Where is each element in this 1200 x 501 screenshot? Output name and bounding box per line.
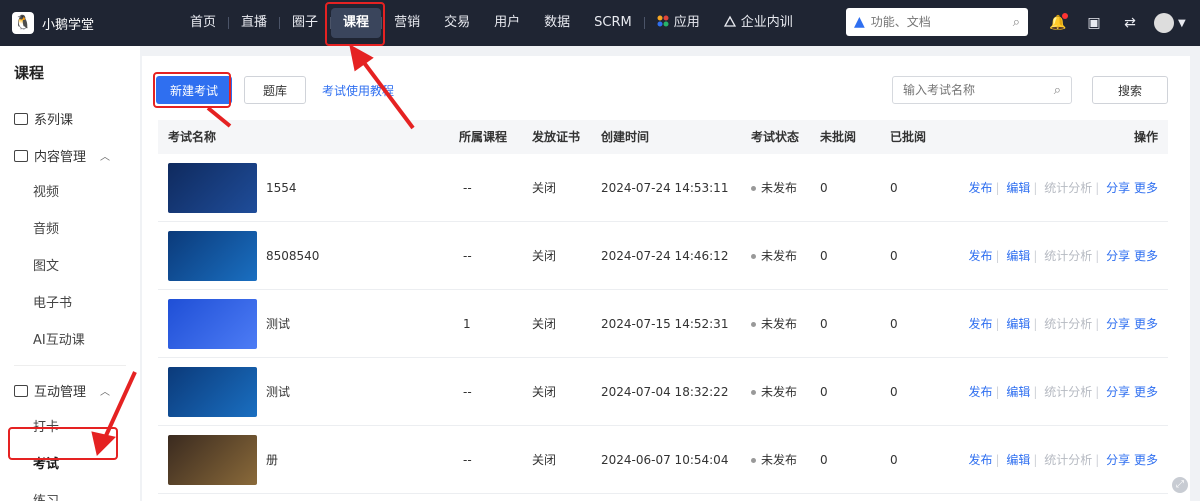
arrow-to-courses	[360, 58, 415, 130]
arrow-to-new-exam	[206, 106, 232, 128]
arrow-head	[91, 431, 116, 456]
annotation-arrows	[91, 44, 415, 456]
arrow-to-exam	[102, 371, 137, 441]
